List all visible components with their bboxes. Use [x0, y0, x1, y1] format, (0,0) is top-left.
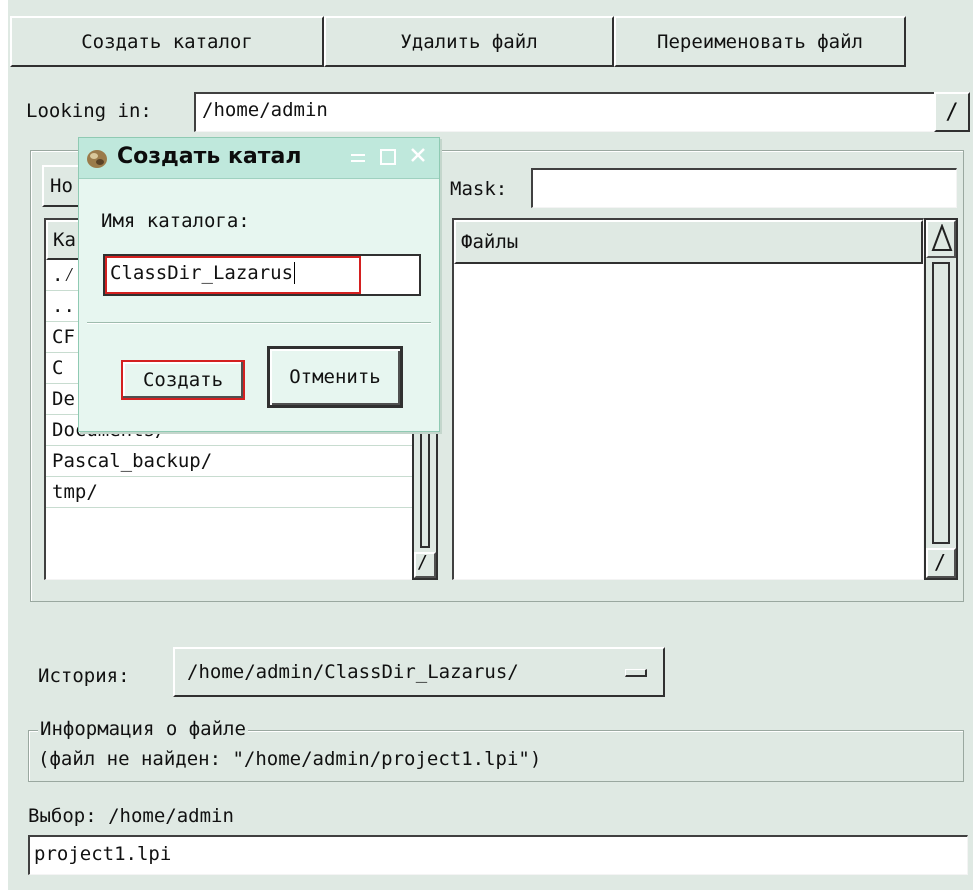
dialog-create-label: Создать	[142, 369, 224, 391]
maximize-icon[interactable]	[379, 148, 397, 166]
dropdown-indicator-icon	[625, 669, 647, 677]
delete-file-label: Удалить файл	[400, 30, 538, 53]
file-info-text: (файл не найден: "/home/admin/project1.l…	[38, 748, 542, 770]
history-value: /home/admin/ClassDir_Lazarus/	[187, 661, 519, 683]
dir-list-header-label: Ka	[53, 229, 76, 251]
close-icon[interactable]	[409, 146, 427, 164]
dialog-cancel-button[interactable]: Отменить	[267, 346, 403, 408]
mask-label: Mask:	[450, 178, 508, 200]
dir-list-item-label: .⁄	[52, 263, 75, 286]
file-info-legend: Информация о файле	[38, 718, 248, 740]
file-list-header[interactable]: Файлы	[454, 220, 923, 264]
file-list-header-label: Файлы	[461, 231, 519, 253]
dir-name-label: Имя каталога:	[101, 210, 250, 232]
dir-list-item-label: De	[52, 388, 75, 410]
scroll-down-arrow-icon[interactable]: /	[926, 548, 956, 578]
looking-in-dropdown-button[interactable]: /	[934, 92, 970, 132]
delete-file-button[interactable]: Удалить файл	[324, 16, 614, 67]
rename-file-label: Переименовать файл	[657, 30, 863, 53]
rename-file-button[interactable]: Переименовать файл	[614, 16, 906, 67]
history-combo[interactable]: /home/admin/ClassDir_Lazarus/	[173, 647, 665, 697]
selection-input[interactable]: project1.lpi	[28, 835, 968, 875]
dir-list-item-label: C	[52, 357, 64, 379]
create-dir-button[interactable]: Создать каталог	[10, 16, 324, 67]
dialog-title: Создать катал	[117, 144, 302, 169]
dir-list-item-label: Pascal_backup/	[52, 450, 213, 472]
dir-name-value: ClassDir_Lazarus	[110, 262, 294, 284]
looking-in-label: Looking in:	[26, 100, 152, 122]
looking-in-value: /home/admin	[202, 99, 328, 121]
dir-list-item[interactable]: Pascal_backup/	[46, 446, 413, 477]
create-dir-label: Создать каталог	[81, 30, 253, 53]
minimize-icon[interactable]	[349, 150, 367, 168]
history-label: История:	[38, 665, 130, 687]
dialog-titlebar[interactable]: Создать катал	[79, 138, 439, 179]
dir-list-item-label: ..	[52, 295, 75, 317]
create-dir-dialog: Создать катал Имя каталога: ClassDir_Laz…	[78, 137, 440, 432]
scroll-up-arrow-icon[interactable]	[926, 220, 956, 258]
home-button-label: Ho	[50, 175, 73, 197]
dialog-create-button[interactable]: Создать	[121, 360, 245, 400]
dialog-cancel-label: Отменить	[289, 366, 381, 388]
looking-in-combo[interactable]: /home/admin	[194, 92, 936, 132]
dir-list-item-label: CF	[52, 326, 75, 348]
mask-input[interactable]	[531, 168, 957, 208]
selection-label: Выбор: /home/admin	[28, 805, 234, 827]
dir-list-item[interactable]: tmp/	[46, 477, 413, 508]
file-dialog-window: Создать каталог Удалить файл Переименова…	[8, 0, 973, 890]
chevron-down-icon: /	[945, 99, 959, 125]
selection-value: project1.lpi	[34, 843, 172, 865]
dir-name-input[interactable]: ClassDir_Lazarus	[103, 254, 421, 296]
file-scroll-track[interactable]	[932, 262, 950, 544]
dialog-separator	[87, 322, 431, 324]
file-scrollbar[interactable]: /	[924, 218, 958, 580]
dir-list-item-label: tmp/	[52, 481, 98, 503]
file-list[interactable]: Файлы	[452, 218, 924, 580]
app-icon	[87, 150, 107, 168]
scroll-down-arrow-icon[interactable]: /	[414, 552, 436, 578]
